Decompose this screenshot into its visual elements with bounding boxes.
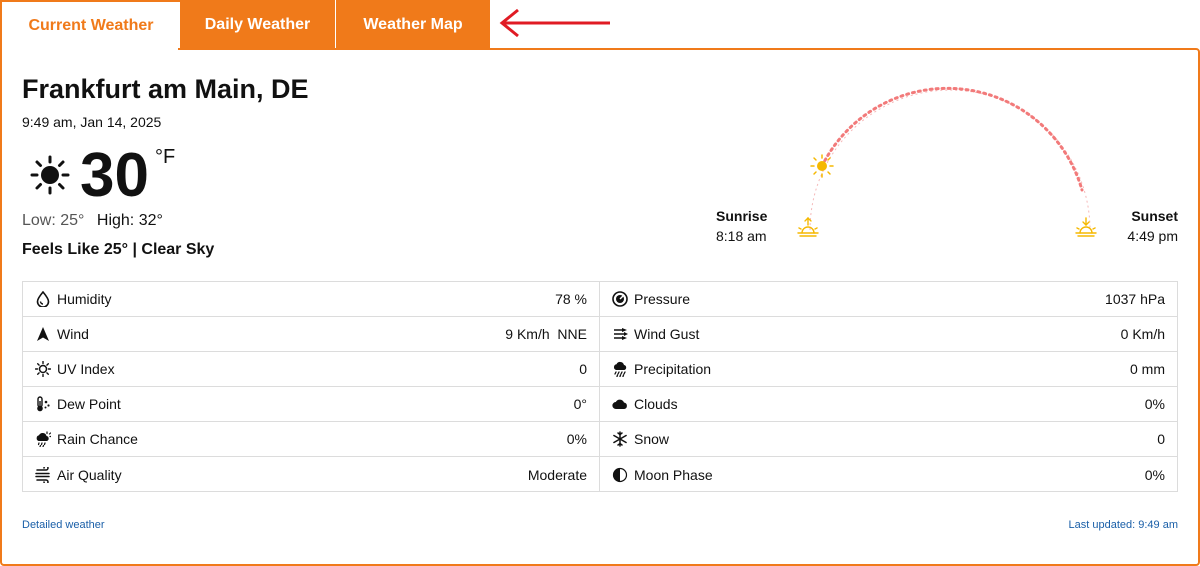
precipitation-icon xyxy=(612,361,628,377)
humidity-icon xyxy=(35,291,51,307)
metric-precipitation: Precipitation 0 mm xyxy=(600,352,1177,387)
current-temperature: 30 xyxy=(80,141,149,210)
metric-value: 0% xyxy=(1144,396,1165,412)
clouds-icon xyxy=(612,396,628,412)
metric-value: 0 mm xyxy=(1130,361,1165,377)
tab-weather-map[interactable]: Weather Map xyxy=(336,0,491,49)
metric-name: UV Index xyxy=(57,361,115,377)
sunrise-label: Sunrise xyxy=(716,208,768,224)
metric-uv-index: UV Index 0 xyxy=(23,352,600,387)
high-temperature: High: 32° xyxy=(96,212,163,229)
uv-icon xyxy=(35,361,51,377)
metric-dew-point: Dew Point 0° xyxy=(23,387,600,422)
metric-name: Clouds xyxy=(634,396,678,412)
metric-humidity: Humidity 78 % xyxy=(23,282,600,317)
feels-like-summary: Feels Like 25° | Clear Sky xyxy=(22,241,215,258)
metric-name: Snow xyxy=(634,431,670,447)
location-title: Frankfurt am Main, DE xyxy=(22,74,309,104)
wind-gust-icon xyxy=(612,326,628,342)
metric-value: Moderate xyxy=(527,466,587,483)
wind-arrow-icon xyxy=(35,326,51,342)
sunset-info: Sunset 4:49 pm xyxy=(1127,206,1178,246)
metric-value: 0% xyxy=(1144,466,1165,483)
metric-value: 9 Km/h NNE xyxy=(505,326,587,342)
metrics-table: Humidity 78 % Pressure 1037 hPa Wind 9 K… xyxy=(22,281,1178,492)
sunset-time: 4:49 pm xyxy=(1127,228,1178,244)
sunrise-info: Sunrise 8:18 am xyxy=(716,206,767,246)
air-quality-icon xyxy=(35,466,51,483)
rain-chance-icon xyxy=(35,431,51,447)
tab-current-weather[interactable]: Current Weather xyxy=(0,0,180,49)
detailed-weather-link[interactable]: Detailed weather xyxy=(22,519,105,531)
pressure-icon xyxy=(612,291,628,307)
metric-value: 0% xyxy=(566,431,587,447)
annotation-arrow-icon xyxy=(499,8,610,38)
current-datetime: 9:49 am, Jan 14, 2025 xyxy=(22,114,162,130)
metric-clouds: Clouds 0% xyxy=(600,387,1177,422)
metric-value: 0 xyxy=(579,361,587,377)
current-sun-position-icon xyxy=(810,154,834,178)
low-temperature: Low: 25° xyxy=(22,212,85,229)
metric-pressure: Pressure 1037 hPa xyxy=(600,282,1177,317)
metric-moon-phase: Moon Phase 0% xyxy=(600,457,1177,492)
metric-name: Pressure xyxy=(634,291,691,307)
metric-name: Moon Phase xyxy=(634,466,713,483)
metric-air-quality: Air Quality Moderate xyxy=(23,457,600,492)
metric-wind: Wind 9 Km/h NNE xyxy=(23,317,600,352)
sunset-icon xyxy=(1075,217,1097,237)
metric-name: Wind Gust xyxy=(634,326,700,342)
low-high: Low: 25° High: 32° xyxy=(22,212,163,230)
metric-name: Wind xyxy=(57,326,89,342)
sunrise-time: 8:18 am xyxy=(716,228,767,244)
metric-name: Humidity xyxy=(57,291,112,307)
sunset-label: Sunset xyxy=(1131,208,1178,224)
metric-name: Dew Point xyxy=(57,396,121,412)
metric-value: 0 Km/h xyxy=(1120,326,1165,342)
sun-icon xyxy=(30,155,70,195)
metric-rain-chance: Rain Chance 0% xyxy=(23,422,600,457)
metric-name: Precipitation xyxy=(634,361,712,377)
tab-bar: Current Weather Daily Weather Weather Ma… xyxy=(0,0,491,49)
metric-name: Air Quality xyxy=(57,466,122,483)
metric-wind-gust: Wind Gust 0 Km/h xyxy=(600,317,1177,352)
metric-value: 0 xyxy=(1157,431,1165,447)
last-updated: Last updated: 9:49 am xyxy=(1068,519,1178,531)
metric-value: 78 % xyxy=(555,291,587,307)
temperature-unit: °F xyxy=(154,146,176,168)
metric-name: Rain Chance xyxy=(57,431,138,447)
dew-point-icon xyxy=(35,396,51,412)
sun-path-arc xyxy=(809,86,1091,231)
temperature-row: 30 °F xyxy=(30,140,175,212)
metric-snow: Snow 0 xyxy=(600,422,1177,457)
tab-daily-weather[interactable]: Daily Weather xyxy=(180,0,336,49)
metric-value: 0° xyxy=(573,396,587,412)
snow-icon xyxy=(612,431,628,447)
sunrise-icon xyxy=(797,217,819,237)
metric-value: 1037 hPa xyxy=(1105,291,1165,307)
moon-phase-icon xyxy=(612,467,628,483)
